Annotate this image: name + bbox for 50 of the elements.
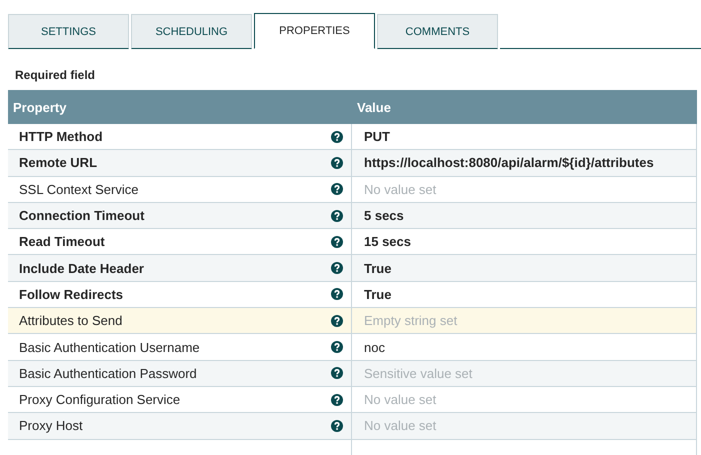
property-value[interactable]: 5 secs: [364, 208, 404, 224]
help-icon[interactable]: [331, 288, 343, 300]
table-row[interactable]: HTTP Method PUT: [8, 124, 697, 150]
property-name: Proxy Host: [19, 418, 83, 434]
help-icon[interactable]: [331, 314, 343, 327]
help-icon[interactable]: [331, 130, 343, 143]
property-value[interactable]: PUT: [364, 129, 390, 144]
help-icon[interactable]: [331, 156, 343, 169]
help-icon[interactable]: [331, 420, 343, 432]
help-icon[interactable]: [331, 262, 343, 274]
tab[interactable]: COMMENTS: [377, 14, 498, 49]
property-value[interactable]: True: [364, 286, 392, 302]
table-row[interactable]: Connection Timeout 5 secs: [8, 202, 697, 230]
table-row[interactable]: Attributes to Send Empty string set: [8, 308, 697, 334]
property-value[interactable]: 15 secs: [364, 234, 411, 250]
property-name: Read Timeout: [19, 234, 105, 250]
table-row[interactable]: Include Date Header True: [8, 255, 697, 282]
table-row[interactable]: Proxy Host No value set: [8, 413, 697, 440]
property-value[interactable]: noc: [364, 340, 385, 355]
column-header: Property: [12, 100, 68, 114]
property-name: Connection Timeout: [19, 208, 144, 224]
help-icon[interactable]: [331, 210, 343, 222]
property-name: Remote URL: [19, 155, 98, 170]
tab[interactable]: SCHEDULING: [131, 14, 252, 49]
help-icon[interactable]: [331, 367, 343, 380]
property-name: Basic Authentication Password: [19, 366, 197, 381]
help-icon[interactable]: [331, 394, 343, 406]
property-value[interactable]: True: [364, 260, 392, 276]
property-name: Follow Redirects: [19, 286, 124, 302]
help-icon[interactable]: [331, 341, 343, 354]
table-row[interactable]: Proxy Configuration Service No value set: [8, 386, 697, 414]
table-row[interactable]: Basic Authentication Password Sensitive value set: [8, 360, 697, 387]
property-name: Proxy Configuration Service: [19, 392, 180, 408]
property-name: SSL Context Service: [19, 182, 138, 197]
table-row[interactable]: Follow Redirects True: [8, 282, 697, 308]
table-row[interactable]: Read Timeout 15 secs: [8, 229, 697, 256]
property-name: Basic Authentication Username: [19, 340, 200, 355]
property-name: Include Date Header: [19, 260, 144, 276]
table-row[interactable]: SSL Context Service No value set: [8, 176, 697, 203]
tab[interactable]: PROPERTIES: [254, 13, 375, 49]
table-row[interactable]: Remote URL https://localhost:8080/api/alarm/${id}/attributes: [8, 150, 697, 177]
property-value[interactable]: https://localhost:8080/api/alarm/${id}/attributes: [364, 155, 654, 170]
help-icon[interactable]: [331, 183, 343, 196]
table-row[interactable]: Basic Authentication Username noc: [8, 334, 697, 361]
property-name: HTTP Method: [19, 129, 103, 144]
required-field-note: Required field: [15, 68, 96, 84]
help-icon[interactable]: [331, 236, 343, 248]
column-header: Value: [356, 100, 392, 114]
tab[interactable]: SETTINGS: [8, 14, 129, 49]
property-name: Attributes to Send: [19, 313, 122, 328]
